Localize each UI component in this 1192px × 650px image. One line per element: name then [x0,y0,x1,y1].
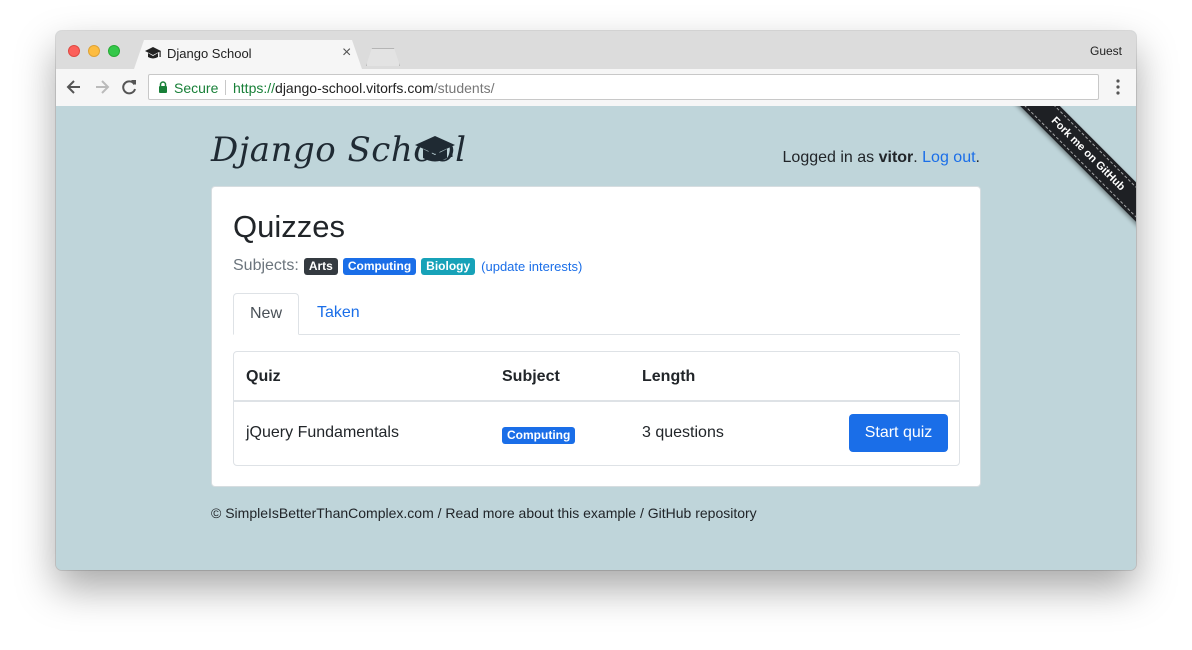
subject-badge-computing: Computing [502,427,576,444]
quiz-table: Quiz Subject Length jQuery Fundamentals … [233,351,960,466]
address-divider [225,80,226,95]
more-menu-icon[interactable] [1113,78,1123,96]
browser-toolbar: Secure https://django-school.vitorfs.com… [56,69,1136,107]
close-tab-icon[interactable]: × [342,44,351,62]
close-window-button[interactable] [68,45,80,57]
quizzes-card: Quizzes Subjects: Arts Computing Biology… [211,186,981,487]
browser-window: Django School × Guest Secure https://dja… [56,31,1136,570]
logout-link[interactable]: Log out [922,149,975,166]
read-more-link[interactable]: Read more about this example [445,505,636,521]
fork-ribbon[interactable]: Fork me on GitHub [1000,106,1136,242]
logged-in-separator: . [913,149,923,166]
fork-ribbon-label: Fork me on GitHub [1002,106,1136,240]
maximize-window-button[interactable] [108,45,120,57]
url-path: /students/ [433,80,495,96]
tab-new[interactable]: New [233,293,299,335]
footer-copyright[interactable]: © SimpleIsBetterThanComplex.com [211,505,434,521]
subjects-row: Subjects: Arts Computing Biology (update… [233,257,582,275]
github-repository-link[interactable]: GitHub repository [648,505,757,521]
subject-badge-arts: Arts [303,257,338,275]
logged-in-suffix: . [975,149,980,166]
forward-arrow-icon[interactable] [93,78,111,96]
back-arrow-icon[interactable] [65,78,83,96]
table-header: Quiz Subject Length [234,352,959,402]
minimize-window-button[interactable] [88,45,100,57]
lock-icon [159,81,167,93]
footer-separator: / [636,505,648,521]
browser-tab-title: Django School [167,46,252,61]
tab-taken[interactable]: Taken [317,293,360,334]
subject-badge-computing: Computing [342,257,417,275]
reload-icon[interactable] [120,78,138,96]
logged-in-prefix: Logged in as [782,149,879,166]
address-bar[interactable]: Secure https://django-school.vitorfs.com… [148,74,1099,100]
username: vitor [878,149,914,166]
graduation-cap-icon [415,136,455,162]
update-interests-link[interactable]: (update interests) [481,259,582,274]
url-text[interactable]: https://django-school.vitorfs.com/studen… [233,80,494,96]
quiz-tabs: New Taken [233,293,960,335]
page-content: Django School Logged in as vitor. Log ou… [56,106,1136,570]
footer: © SimpleIsBetterThanComplex.com / Read m… [211,505,757,521]
url-host: django-school.vitorfs.com [275,80,434,96]
subjects-label: Subjects: [233,257,299,274]
logged-in-status: Logged in as vitor. Log out. [783,149,980,167]
quiz-length: 3 questions [642,424,724,441]
column-header-subject: Subject [502,368,560,385]
url-scheme: https:// [233,80,276,96]
start-quiz-button[interactable]: Start quiz [849,414,948,452]
quiz-name: jQuery Fundamentals [246,424,399,441]
subject-badge-biology: Biology [421,257,476,275]
graduation-cap-icon [145,47,161,59]
quiz-subject-cell: Computing [502,426,576,444]
page-title: Quizzes [233,209,345,244]
profile-label[interactable]: Guest [1090,44,1122,58]
column-header-length: Length [642,368,696,385]
table-row: jQuery Fundamentals Computing 3 question… [234,402,959,465]
tab-strip: Django School × Guest [56,31,1136,69]
new-tab-button[interactable] [366,48,400,66]
secure-label: Secure [174,80,219,96]
footer-separator: / [433,505,446,521]
column-header-quiz: Quiz [246,368,281,385]
